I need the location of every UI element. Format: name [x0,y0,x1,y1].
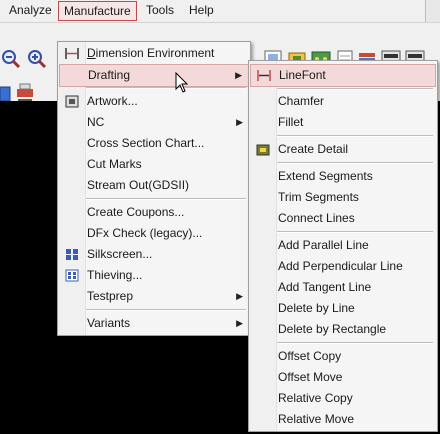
menu-item-linefont[interactable]: LineFont [250,64,436,87]
submenu-arrow-icon: ▶ [236,291,243,301]
menu-separator [277,231,433,233]
menu-item-add-tangent-line[interactable]: Add Tangent Line [250,277,436,298]
linefont-icon [257,70,271,81]
menu-item-dfx-check[interactable]: DFx Check (legacy)... [59,223,249,244]
menu-item-label: Artwork... [87,94,138,108]
menu-item-nc[interactable]: NC ▶ [59,112,249,133]
menu-item-relative-move[interactable]: Relative Move [250,409,436,430]
menu-item-label: Fillet [278,115,304,129]
submenu-arrow-icon: ▶ [236,117,243,127]
menu-item-label: Extend Segments [278,169,373,183]
submenu-arrow-icon: ▶ [236,318,243,328]
menu-item-label: Create Detail [278,142,349,156]
mouse-cursor-icon [175,72,189,93]
menu-item-label: Offset Move [278,370,343,384]
menu-item-offset-copy[interactable]: Offset Copy [250,346,436,367]
menu-item-label: Add Tangent Line [278,280,372,294]
menu-manufacture[interactable]: Manufacture [58,1,137,21]
menu-item-stream-out[interactable]: Stream Out(GDSII) [59,175,249,196]
menu-item-label: NC [87,115,105,129]
menu-item-dimension-environment[interactable]: Dimension Environment [59,43,249,64]
menu-item-label: Chamfer [278,94,325,108]
menu-item-cross-section-chart[interactable]: Cross Section Chart... [59,133,249,154]
menu-item-label: Cut Marks [87,157,142,171]
menu-item-testprep[interactable]: Testprep ▶ [59,286,249,307]
menu-item-label: Add Perpendicular Line [278,259,403,273]
menu-item-label: Silkscreen... [87,247,153,261]
menu-item-extend-segments[interactable]: Extend Segments [250,166,436,187]
menu-item-artwork[interactable]: Artwork... [59,91,249,112]
thieving-icon [65,269,79,282]
menu-separator [277,342,433,344]
menu-item-label: Trim Segments [278,190,359,204]
menu-item-relative-copy[interactable]: Relative Copy [250,388,436,409]
drafting-submenu: LineFont Chamfer Fillet Create Detail Ex… [248,60,438,432]
zoom-out-icon[interactable] [0,48,22,70]
menu-item-add-parallel-line[interactable]: Add Parallel Line [250,235,436,256]
menu-item-label: Stream Out(GDSII) [87,178,190,192]
menu-item-label: Delete by Line [278,301,355,315]
menu-item-cut-marks[interactable]: Cut Marks [59,154,249,175]
menu-item-label: Add Parallel Line [278,238,369,252]
dimension-icon [65,48,79,59]
menu-item-label: Variants [87,316,131,330]
silkscreen-icon [66,249,78,260]
menu-item-chamfer[interactable]: Chamfer [250,91,436,112]
menu-item-label: Relative Copy [278,391,353,405]
delete-icon[interactable] [14,81,36,103]
menu-separator [277,162,433,164]
menu-item-silkscreen[interactable]: Silkscreen... [59,244,249,265]
menu-separator [86,198,246,200]
menu-item-label: Relative Move [278,412,355,426]
manufacture-menu: Dimension Environment Drafting ▶ Artwork… [57,41,251,336]
menu-item-label: Dimension Environment [87,46,215,60]
menu-separator [277,135,433,137]
menu-item-label: Testprep [87,289,134,303]
menu-item-label: Drafting [88,68,131,82]
zoom-in-icon[interactable] [26,48,48,70]
submenu-arrow-icon: ▶ [235,70,242,80]
menu-item-delete-by-line[interactable]: Delete by Line [250,298,436,319]
menu-bar: Analyze Manufacture Tools Help [0,0,440,23]
menu-item-label: Create Coupons... [87,205,185,219]
menu-item-label: Thieving... [87,268,143,282]
artwork-icon [65,95,79,108]
menu-item-create-coupons[interactable]: Create Coupons... [59,202,249,223]
menu-item-create-detail[interactable]: Create Detail [250,139,436,160]
menu-item-drafting[interactable]: Drafting ▶ [59,64,249,87]
menu-item-label: Cross Section Chart... [87,136,205,150]
menu-item-add-perpendicular-line[interactable]: Add Perpendicular Line [250,256,436,277]
menu-item-label: Delete by Rectangle [278,322,387,336]
menu-item-variants[interactable]: Variants ▶ [59,313,249,334]
menu-item-label: Offset Copy [278,349,342,363]
menu-separator [277,88,433,90]
menu-item-label: DFx Check (legacy)... [87,226,203,240]
create-detail-icon [256,144,270,156]
menu-tools[interactable]: Tools [141,0,179,20]
menu-item-offset-move[interactable]: Offset Move [250,367,436,388]
menu-analyze[interactable]: Analyze [4,0,57,20]
menu-item-thieving[interactable]: Thieving... [59,265,249,286]
menu-item-label: Connect Lines [278,211,355,225]
window-edge [425,0,440,22]
menu-item-fillet[interactable]: Fillet [250,112,436,133]
menu-separator [86,87,246,89]
menu-separator [86,309,246,311]
menu-item-connect-lines[interactable]: Connect Lines [250,208,436,229]
menu-item-delete-by-rectangle[interactable]: Delete by Rectangle [250,319,436,340]
menu-item-trim-segments[interactable]: Trim Segments [250,187,436,208]
menu-item-label: LineFont [279,68,326,82]
menu-help[interactable]: Help [184,0,219,20]
